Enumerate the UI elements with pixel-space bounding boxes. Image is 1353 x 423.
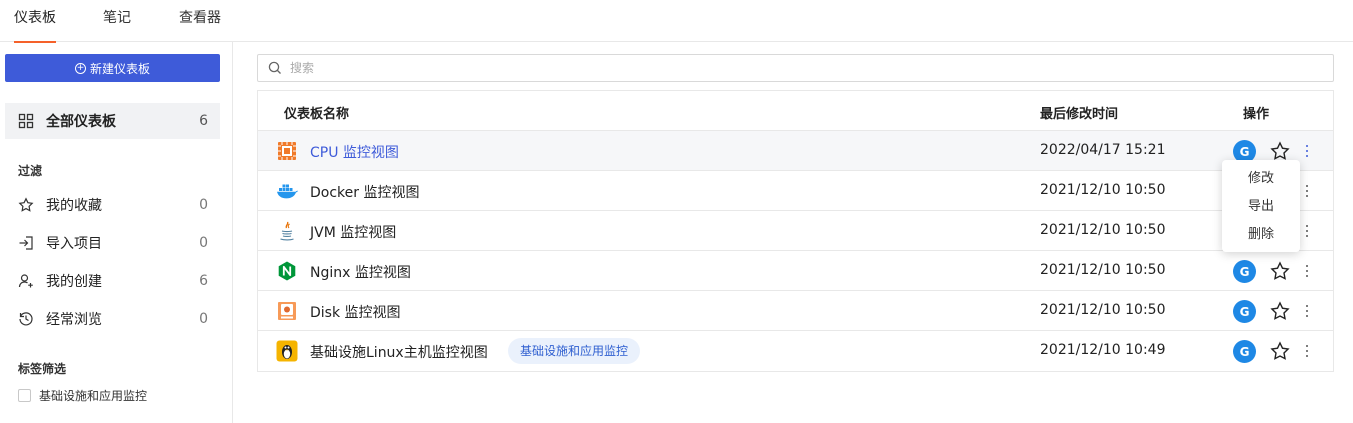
- filter-section-title: 过滤: [18, 164, 43, 178]
- sidebar-item-all-dashboards[interactable]: 全部仪表板 6: [5, 103, 220, 139]
- dashboard-table: 仪表板名称 最后修改时间 操作 CPU 监控视图 2022/04/17 15:2…: [257, 90, 1334, 372]
- table-row[interactable]: JVM 监控视图 2021/12/10 10:50 G: [258, 211, 1333, 251]
- sidebar-item-count: 0: [199, 311, 208, 327]
- new-dashboard-label: 新建仪表板: [89, 61, 150, 76]
- menu-item-export[interactable]: 导出: [1222, 193, 1300, 221]
- more-options-icon[interactable]: [1303, 303, 1311, 319]
- modified-time: 2021/12/10 10:50: [1040, 302, 1166, 318]
- tag-filter-title: 标签筛选: [18, 362, 67, 376]
- search-icon: [268, 61, 281, 74]
- sidebar-item-count: 6: [199, 273, 208, 289]
- tab-viewer[interactable]: 查看器: [179, 0, 221, 42]
- cpu-icon: [278, 142, 296, 160]
- plus-circle-icon: +: [74, 62, 86, 74]
- dashboard-name-link[interactable]: Nginx 监控视图: [310, 262, 411, 282]
- modified-time: 2021/12/10 10:50: [1040, 262, 1166, 278]
- modified-time: 2021/12/10 10:50: [1040, 182, 1166, 198]
- dashboard-name-link[interactable]: 基础设施Linux主机监控视图: [310, 342, 488, 362]
- search-input[interactable]: [290, 61, 1190, 75]
- star-icon: [18, 197, 34, 212]
- dashboard-name-link[interactable]: CPU 监控视图: [310, 142, 399, 162]
- tab-notes[interactable]: 笔记: [103, 0, 131, 42]
- dashboard-name-link[interactable]: JVM 监控视图: [310, 222, 396, 242]
- header-actions: 操作: [1243, 107, 1270, 122]
- avatar[interactable]: G: [1233, 260, 1256, 283]
- star-icon[interactable]: [1269, 260, 1291, 282]
- table-row[interactable]: Disk 监控视图 2021/12/10 10:50 G: [258, 291, 1333, 331]
- modified-time: 2021/12/10 10:50: [1040, 222, 1166, 238]
- dashboard-tag[interactable]: 基础设施和应用监控: [508, 338, 641, 364]
- sidebar: + 新建仪表板 全部仪表板 6 过滤 我的收藏 0 导入项目 0 我的创建 6: [0, 42, 233, 423]
- sidebar-item-frequent[interactable]: 经常浏览 0: [5, 304, 220, 334]
- sidebar-item-created[interactable]: 我的创建 6: [5, 266, 220, 296]
- sidebar-item-label: 我的收藏: [46, 198, 102, 214]
- java-icon: [280, 221, 294, 241]
- sidebar-item-count: 0: [199, 197, 208, 213]
- sidebar-item-count: 0: [199, 235, 208, 251]
- top-tabs: 仪表板 笔记 查看器: [0, 0, 1353, 43]
- sidebar-item-label: 导入项目: [46, 236, 102, 252]
- dashboard-name-link[interactable]: Disk 监控视图: [310, 302, 401, 322]
- dashboard-name-link[interactable]: Docker 监控视图: [310, 182, 419, 202]
- user-add-icon: [18, 274, 33, 288]
- table-row[interactable]: CPU 监控视图 2022/04/17 15:21 G: [258, 131, 1333, 171]
- sidebar-item-label: 经常浏览: [46, 312, 102, 328]
- sidebar-item-favorites[interactable]: 我的收藏 0: [5, 190, 220, 220]
- table-row[interactable]: 基础设施Linux主机监控视图 基础设施和应用监控 2021/12/10 10:…: [258, 331, 1333, 371]
- table-row[interactable]: Docker 监控视图 2021/12/10 10:50 G: [258, 171, 1333, 211]
- menu-item-delete[interactable]: 删除: [1222, 221, 1300, 249]
- tag-checkbox[interactable]: [18, 389, 31, 402]
- nginx-icon: [278, 261, 296, 281]
- more-options-icon[interactable]: [1303, 263, 1311, 279]
- history-icon: [19, 312, 33, 326]
- sidebar-item-count: 6: [199, 113, 208, 129]
- disk-icon: [278, 302, 296, 320]
- avatar[interactable]: G: [1233, 300, 1256, 323]
- star-icon[interactable]: [1269, 140, 1291, 162]
- header-modified-time: 最后修改时间: [1040, 107, 1119, 122]
- tab-dashboards[interactable]: 仪表板: [14, 0, 56, 43]
- grid-icon: [18, 113, 34, 129]
- docker-icon: [277, 184, 298, 199]
- modified-time: 2021/12/10 10:49: [1040, 342, 1166, 358]
- more-options-icon[interactable]: [1303, 143, 1311, 159]
- search-box[interactable]: [257, 54, 1334, 82]
- star-icon[interactable]: [1269, 300, 1291, 322]
- modified-time: 2022/04/17 15:21: [1040, 142, 1166, 158]
- menu-item-edit[interactable]: 修改: [1222, 165, 1300, 193]
- linux-icon: [276, 340, 298, 362]
- table-header: 仪表板名称 最后修改时间 操作: [258, 91, 1333, 131]
- tag-filter-option[interactable]: 基础设施和应用监控: [18, 387, 147, 404]
- sidebar-item-label: 全部仪表板: [46, 114, 116, 130]
- import-icon: [19, 236, 33, 250]
- tag-filter-label: 基础设施和应用监控: [39, 389, 148, 403]
- table-row[interactable]: Nginx 监控视图 2021/12/10 10:50 G: [258, 251, 1333, 291]
- more-options-icon[interactable]: [1303, 343, 1311, 359]
- sidebar-item-label: 我的创建: [46, 274, 102, 290]
- more-options-icon[interactable]: [1303, 223, 1311, 239]
- more-options-icon[interactable]: [1303, 183, 1311, 199]
- new-dashboard-button[interactable]: + 新建仪表板: [5, 54, 220, 82]
- header-name: 仪表板名称: [284, 107, 350, 122]
- star-icon[interactable]: [1269, 340, 1291, 362]
- row-actions-menu: 修改 导出 删除: [1222, 160, 1300, 252]
- avatar[interactable]: G: [1233, 340, 1256, 363]
- sidebar-item-imported[interactable]: 导入项目 0: [5, 228, 220, 258]
